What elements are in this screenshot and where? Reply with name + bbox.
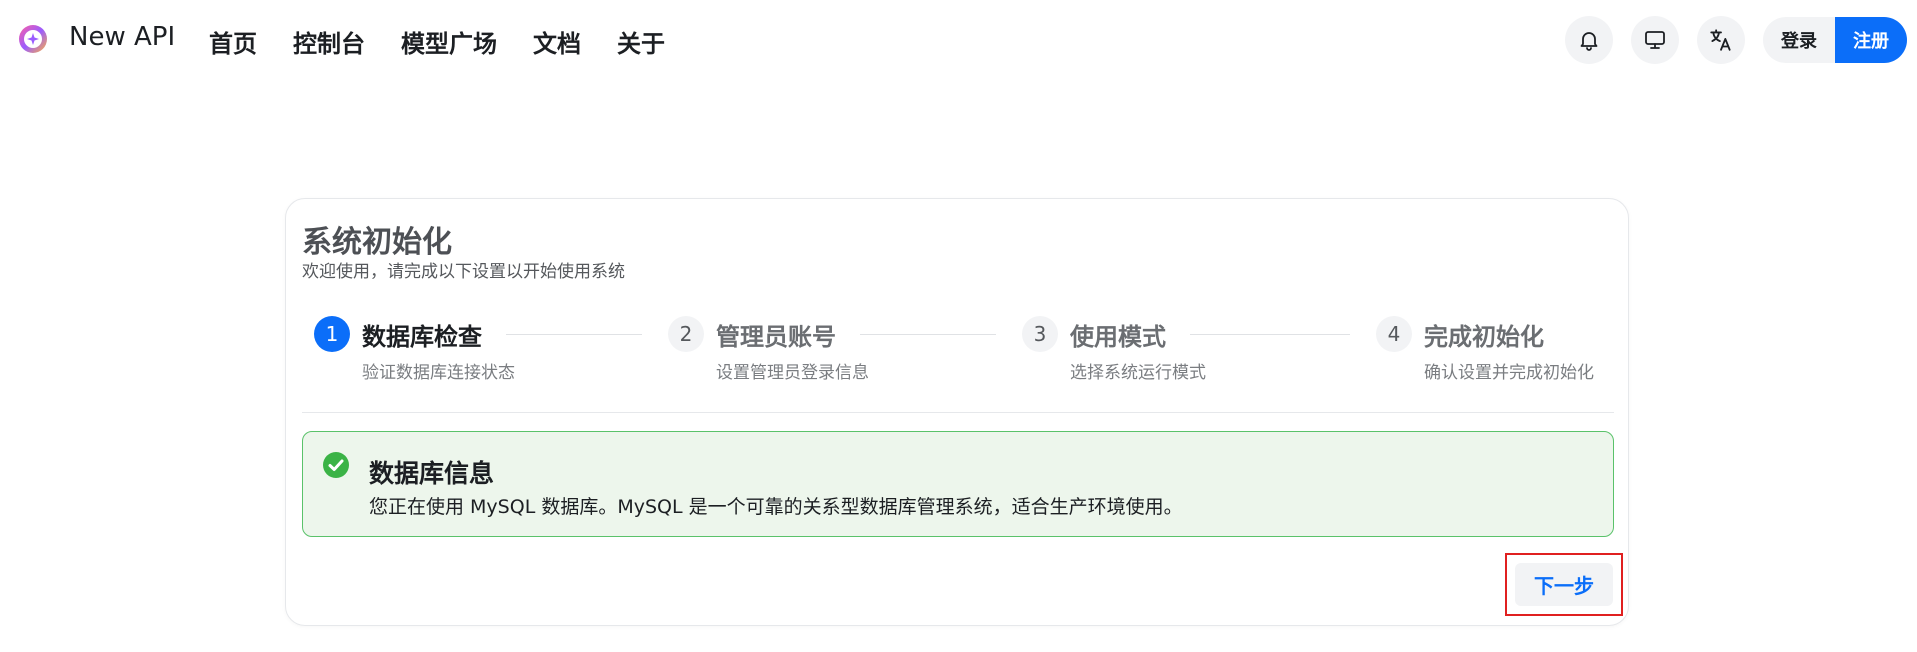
- bell-icon: [1580, 32, 1598, 51]
- auth-buttons: 登录 注册: [1763, 17, 1907, 63]
- step-title: 管理员账号: [716, 323, 836, 351]
- step-desc: 确认设置并完成初始化: [1424, 363, 1594, 383]
- step-desc: 选择系统运行模式: [1070, 363, 1206, 383]
- step-number: 2: [668, 316, 704, 352]
- step-number: 3: [1022, 316, 1058, 352]
- step-connector: [506, 334, 642, 335]
- login-button[interactable]: 登录: [1763, 17, 1835, 63]
- page-title: 系统初始化: [302, 225, 452, 260]
- setup-card: 系统初始化 欢迎使用，请完成以下设置以开始使用系统 1 数据库检查 验证数据库连…: [285, 198, 1629, 626]
- monitor-icon: [1645, 31, 1665, 49]
- check-circle-icon: [323, 452, 349, 478]
- step-desc: 验证数据库连接状态: [362, 363, 515, 383]
- page-subtitle: 欢迎使用，请完成以下设置以开始使用系统: [302, 262, 625, 282]
- step-number: 1: [314, 316, 350, 352]
- step-desc: 设置管理员登录信息: [716, 363, 869, 383]
- theme-button[interactable]: [1631, 16, 1679, 64]
- step-number: 4: [1376, 316, 1412, 352]
- new-api-logo-icon[interactable]: [17, 23, 49, 55]
- translate-icon: [1710, 29, 1731, 51]
- register-button[interactable]: 注册: [1835, 17, 1907, 63]
- next-button-highlight: 下一步: [1505, 553, 1623, 616]
- notifications-button[interactable]: [1565, 16, 1613, 64]
- top-nav-bar: New API 首页 控制台 模型广场 文档 关于 登录 注册: [0, 0, 1917, 82]
- nav-model-square[interactable]: 模型广场: [401, 24, 497, 59]
- main-nav: 首页 控制台 模型广场 文档 关于: [209, 24, 701, 59]
- step-title: 数据库检查: [362, 323, 482, 351]
- info-title: 数据库信息: [369, 459, 495, 488]
- nav-about[interactable]: 关于: [617, 24, 665, 59]
- nav-docs[interactable]: 文档: [533, 24, 581, 59]
- info-text: 您正在使用 MySQL 数据库。MySQL 是一个可靠的关系型数据库管理系统，适…: [369, 496, 1183, 518]
- step-title: 使用模式: [1070, 323, 1166, 351]
- setup-steps: 1 数据库检查 验证数据库连接状态 2 管理员账号 设置管理员登录信息 3 使用…: [314, 316, 1614, 383]
- nav-home[interactable]: 首页: [209, 24, 257, 59]
- nav-console[interactable]: 控制台: [293, 24, 365, 59]
- database-info-banner: 数据库信息 您正在使用 MySQL 数据库。MySQL 是一个可靠的关系型数据库…: [302, 431, 1614, 537]
- step-title: 完成初始化: [1424, 323, 1544, 351]
- step-connector: [1190, 334, 1350, 335]
- brand-name[interactable]: New API: [69, 22, 175, 52]
- step-connector: [860, 334, 996, 335]
- language-button[interactable]: [1697, 16, 1745, 64]
- next-step-button[interactable]: 下一步: [1515, 563, 1613, 606]
- divider: [302, 412, 1614, 413]
